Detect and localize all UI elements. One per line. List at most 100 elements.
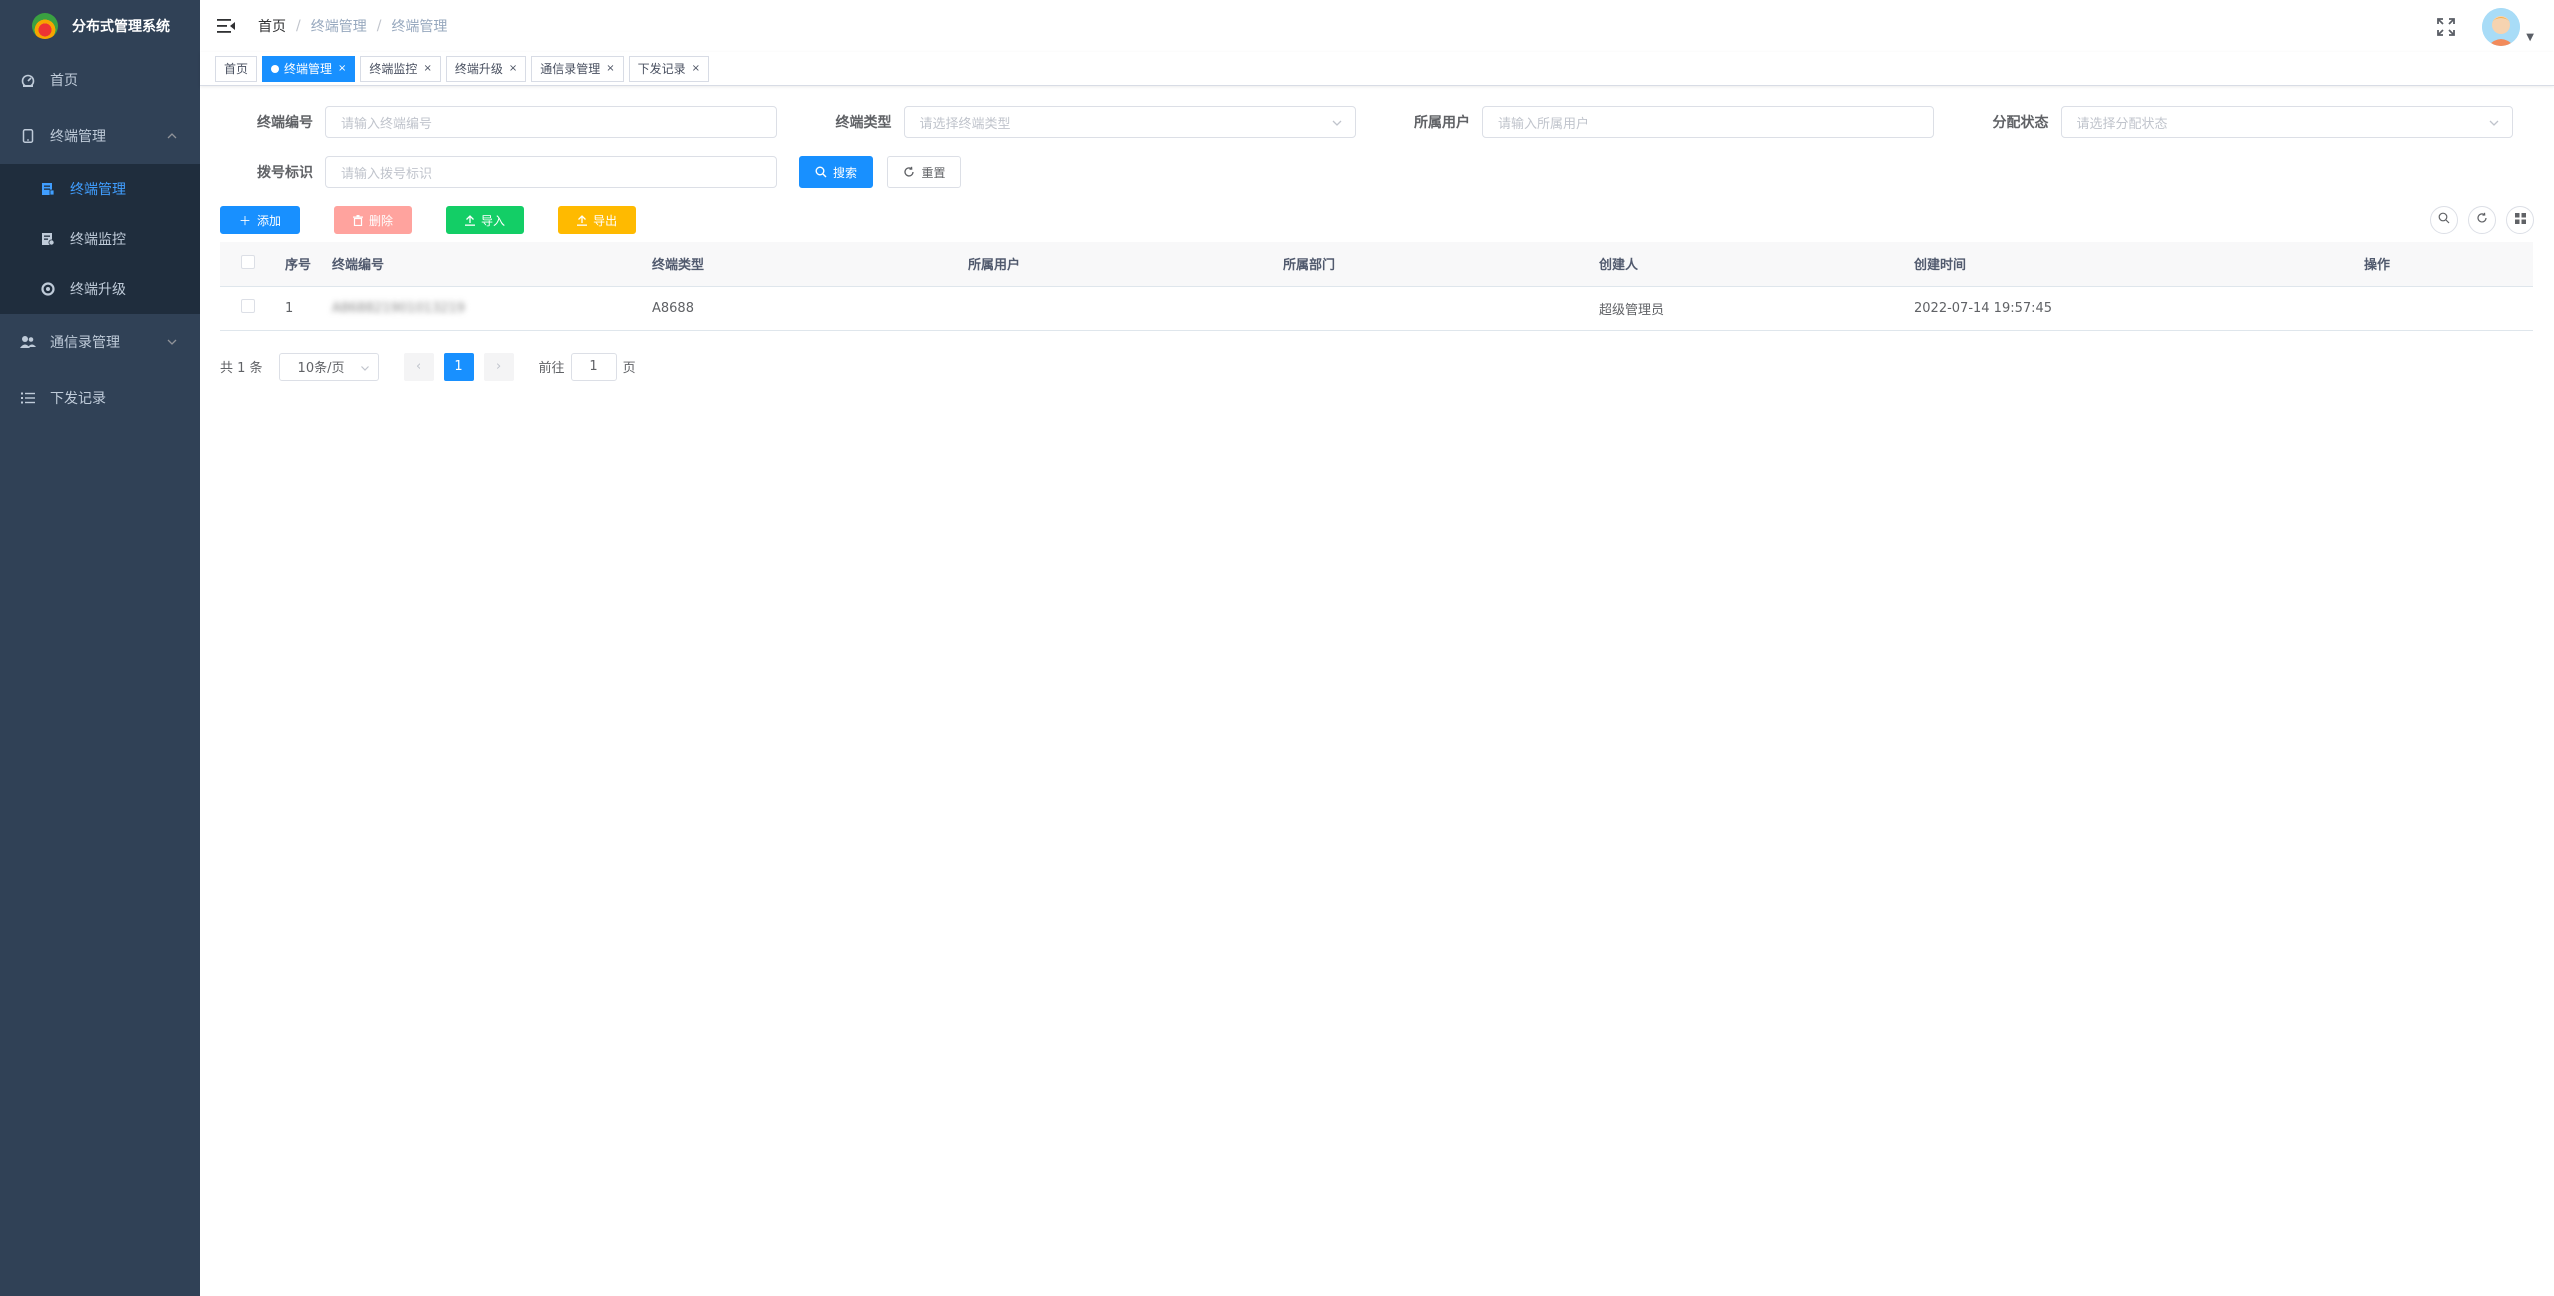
form-item-owner-user: 所属用户 请输入所属用户 [1377, 106, 1956, 138]
close-icon[interactable]: × [338, 63, 346, 74]
navbar: 首页 / 终端管理 / 终端管理 ▼ [200, 0, 2554, 52]
form-icon [40, 181, 56, 197]
sidebar-item-home[interactable]: 首页 [0, 52, 200, 108]
form-label: 终端编号 [257, 115, 313, 131]
cell-terminal-no: A868821901013219 [322, 286, 642, 331]
form-item-terminal-no: 终端编号 请输入终端编号 [220, 106, 799, 138]
sidebar-item-terminal-management[interactable]: 终端管理 [0, 108, 200, 164]
column-header: 操作 [2354, 242, 2533, 287]
page-size-select[interactable]: 10条/页 [278, 352, 379, 381]
sidebar-item-label: 终端管理 [70, 182, 126, 198]
column-header: 终端类型 [642, 242, 958, 287]
chevron-up-icon [166, 130, 178, 142]
sidebar-item-terminal-upgrade[interactable]: 终端升级 [0, 264, 200, 314]
table-header-row: 序号 终端编号 终端类型 所属用户 所属部门 创建人 创建时间 操作 [220, 242, 2533, 287]
plus-icon: ＋ [239, 213, 252, 228]
search-icon [815, 166, 827, 178]
app-logo[interactable]: 分布式管理系统 [0, 0, 200, 52]
cell-dept [1273, 286, 1589, 331]
sidebar: 分布式管理系统 首页 终端管理 终端管理 终端监控 终端升级 通信录管理 下发记… [0, 0, 200, 1296]
next-page-button[interactable]: › [483, 352, 514, 381]
search-row-1: 终端编号 请输入终端编号 终端类型 请选择终端类型 所属用户 请输入所属用户 分… [220, 106, 2534, 138]
terminal-no-input[interactable]: 请输入终端编号 [325, 106, 777, 138]
tag-contacts[interactable]: 通信录管理 × [531, 55, 624, 82]
table-row[interactable]: 1 A868821901013219 A8688 超级管理员 2022-07-1… [220, 286, 2533, 331]
cell-index: 1 [275, 286, 322, 331]
avatar[interactable] [2482, 8, 2521, 46]
chevron-down-icon [2488, 117, 2500, 129]
toggle-search-button[interactable] [2430, 206, 2458, 234]
upgrade-icon [40, 281, 56, 297]
sidebar-item-label: 终端升级 [70, 282, 126, 298]
grid-icon [2514, 212, 2526, 228]
main-area: 首页 / 终端管理 / 终端管理 ▼ 首页 终端管理 × 终端监控 × 终端升级 × … [200, 0, 2554, 1296]
sidebar-item-contacts[interactable]: 通信录管理 [0, 314, 200, 370]
search-button[interactable]: 搜索 [799, 156, 874, 188]
navbar-right: ▼ [2436, 8, 2534, 46]
dial-id-input[interactable]: 请输入拨号标识 [325, 156, 777, 188]
select-all-checkbox[interactable] [240, 254, 255, 269]
close-icon[interactable]: × [606, 63, 614, 74]
tag-terminal-management[interactable]: 终端管理 × [262, 55, 356, 82]
column-header: 创建人 [1589, 242, 1904, 287]
form-item-terminal-type: 终端类型 请选择终端类型 [799, 106, 1378, 138]
form-label: 所属用户 [1414, 115, 1470, 131]
cell-ops [2354, 286, 2533, 331]
pagination-total: 共 1 条 [220, 361, 263, 376]
delete-button[interactable]: 删除 [334, 206, 413, 234]
tag-dispatch-records[interactable]: 下发记录 × [628, 55, 710, 82]
logo-icon [32, 13, 58, 39]
import-button[interactable]: 导入 [446, 206, 525, 234]
search-icon [2438, 212, 2450, 228]
cell-type: A8688 [642, 286, 958, 331]
sidebar-item-terminal-monitor[interactable]: 终端监控 [0, 214, 200, 264]
tag-terminal-upgrade[interactable]: 终端升级 × [445, 55, 527, 82]
sidebar-item-dispatch-records[interactable]: 下发记录 [0, 370, 200, 426]
columns-button[interactable] [2506, 206, 2534, 234]
breadcrumb-home[interactable]: 首页 [258, 16, 286, 36]
reset-button[interactable]: 重置 [887, 156, 962, 188]
page-number[interactable]: 1 [443, 352, 474, 381]
column-header: 所属用户 [958, 242, 1273, 287]
terminal-submenu: 终端管理 终端监控 终端升级 [0, 164, 200, 314]
monitor-icon [40, 231, 56, 247]
sidebar-item-label: 首页 [50, 73, 78, 89]
export-button[interactable]: 导出 [558, 206, 637, 234]
people-icon [20, 334, 36, 350]
chevron-left-icon: ‹ [415, 359, 422, 374]
sidebar-item-label: 终端监控 [70, 232, 126, 248]
goto-page-input[interactable]: 1 [570, 352, 617, 381]
chevron-right-icon: › [495, 359, 502, 374]
owner-user-input[interactable]: 请输入所属用户 [1482, 106, 1934, 138]
row-checkbox[interactable] [240, 299, 255, 313]
table-toolbar: ＋添加 删除 导入 导出 [220, 206, 2534, 234]
breadcrumb-item: 终端管理 [310, 19, 367, 35]
cell-user [958, 286, 1273, 331]
breadcrumb-current: 终端管理 [391, 19, 448, 35]
form-label: 拨号标识 [257, 165, 313, 181]
fullscreen-icon[interactable] [2436, 17, 2456, 37]
page-content: 终端编号 请输入终端编号 终端类型 请选择终端类型 所属用户 请输入所属用户 分… [200, 86, 2554, 401]
terminal-table: 序号 终端编号 终端类型 所属用户 所属部门 创建人 创建时间 操作 1 A86… [220, 242, 2533, 331]
add-button[interactable]: ＋添加 [220, 206, 301, 234]
cell-created: 2022-07-14 19:57:45 [1904, 286, 2354, 331]
refresh-button[interactable] [2468, 206, 2496, 234]
caret-down-icon[interactable]: ▼ [2526, 32, 2534, 43]
upload-icon [465, 214, 476, 226]
sidebar-item-label: 下发记录 [50, 391, 106, 407]
form-label: 分配状态 [1992, 115, 2049, 131]
close-icon[interactable]: × [692, 63, 700, 74]
terminal-type-select[interactable]: 请选择终端类型 [903, 106, 1356, 138]
prev-page-button[interactable]: ‹ [403, 352, 434, 381]
close-icon[interactable]: × [509, 63, 517, 74]
assign-status-select[interactable]: 请选择分配状态 [2060, 106, 2513, 138]
hamburger-icon[interactable] [216, 16, 236, 36]
chevron-down-icon [360, 362, 370, 372]
tag-home[interactable]: 首页 [215, 55, 258, 82]
tags-view: 首页 终端管理 × 终端监控 × 终端升级 × 通信录管理 × 下发记录 × [200, 52, 2554, 86]
tag-terminal-monitor[interactable]: 终端监控 × [360, 55, 441, 82]
dashboard-icon [20, 72, 36, 88]
sidebar-item-terminal-management-sub[interactable]: 终端管理 [0, 164, 200, 214]
close-icon[interactable]: × [423, 63, 431, 74]
column-header: 序号 [275, 242, 322, 287]
